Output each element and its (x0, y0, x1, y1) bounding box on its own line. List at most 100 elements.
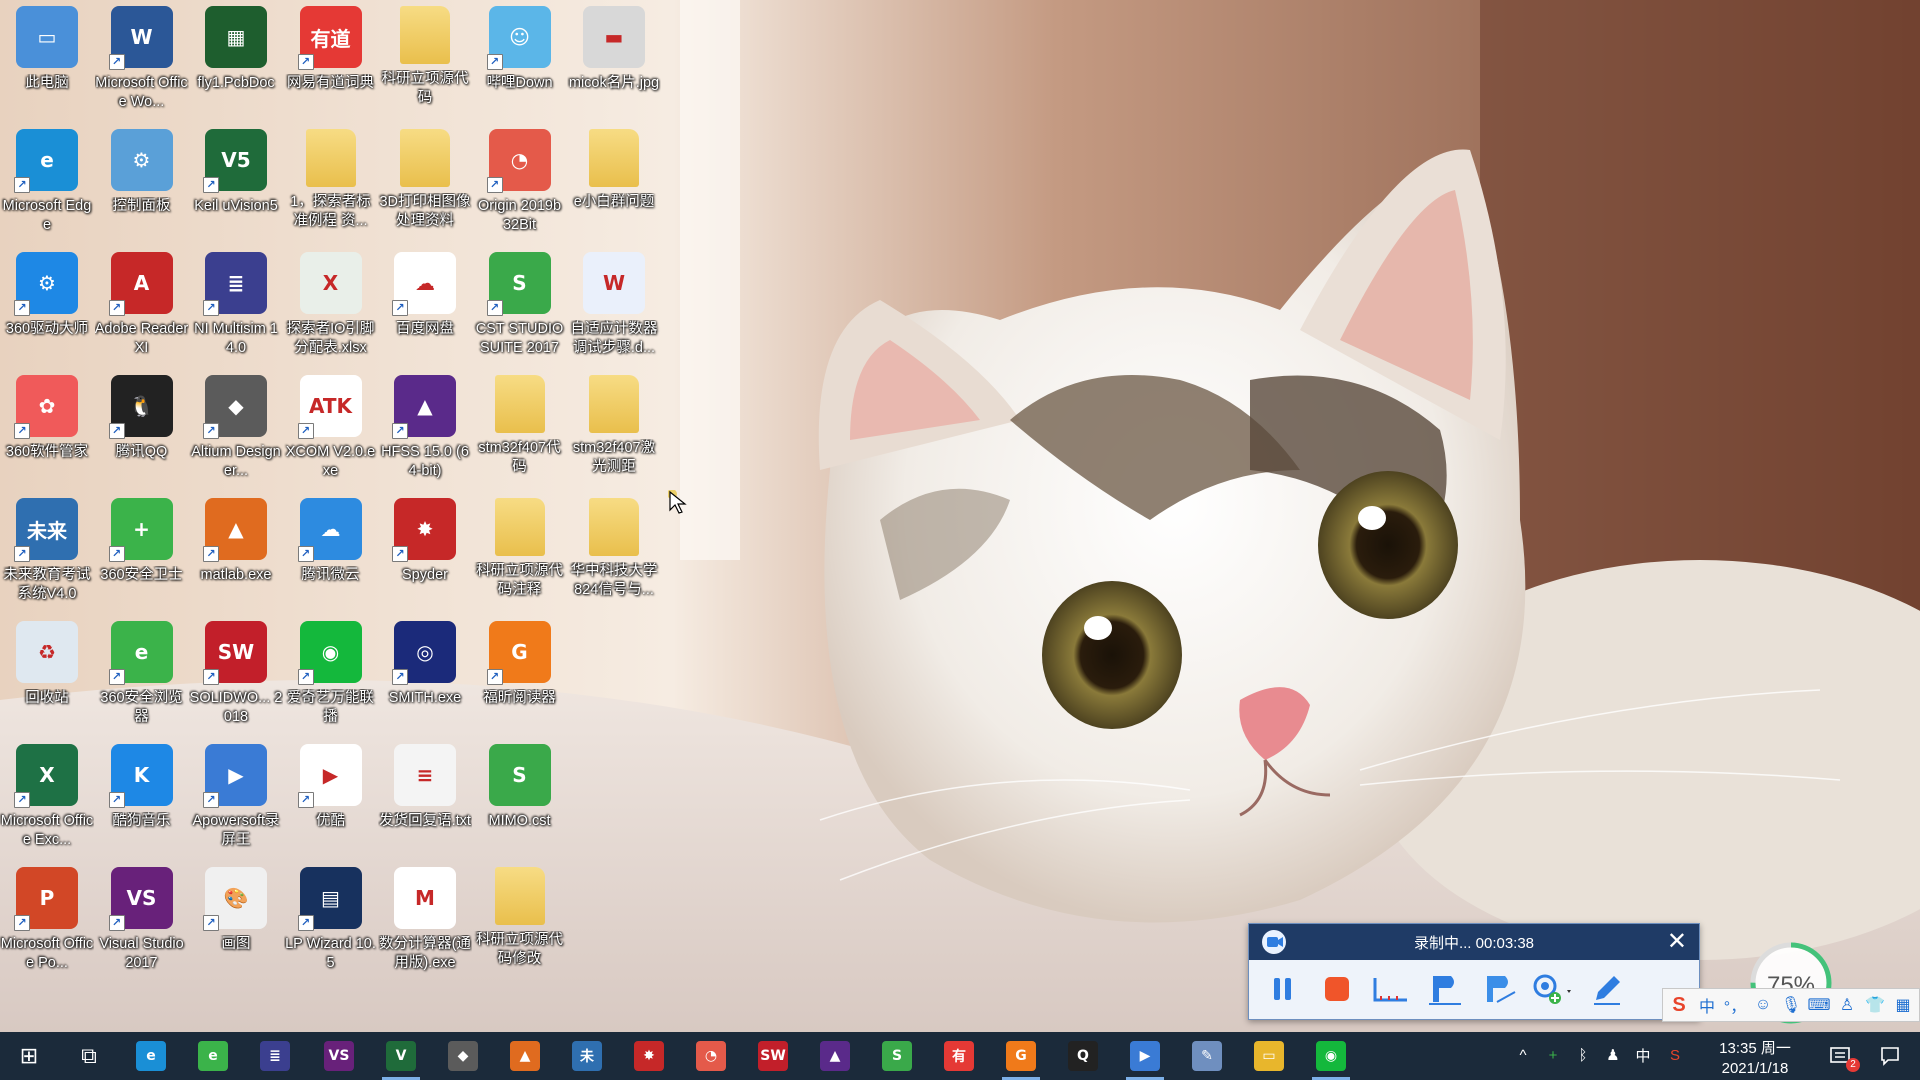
taskbar-solidworks[interactable]: SW (744, 1032, 802, 1080)
show-hidden-icons[interactable]: ^ (1512, 1044, 1534, 1066)
taskbar-future-edu[interactable]: 未 (558, 1032, 616, 1080)
desktop-icon[interactable]: W 自适应计数器调试步骤.d... (567, 246, 661, 366)
desktop-icon[interactable]: 科研立项源代码修改 (473, 861, 567, 981)
desktop-icon[interactable]: 3D打印相图像处理资料 (378, 123, 472, 243)
desktop-icon[interactable]: ATK ↗ XCOM V2.0.exe (284, 369, 378, 489)
desktop-icon[interactable]: ⚙ 控制面板 (95, 123, 189, 243)
taskbar-360-browser[interactable]: e (184, 1032, 242, 1080)
notification-center-button[interactable]: 2 (1818, 1032, 1862, 1080)
grid-icon[interactable]: ▦ (1891, 993, 1915, 1017)
desktop-icon[interactable]: stm32f407代码 (473, 369, 567, 489)
desktop-icon[interactable]: ♻ 回收站 (0, 615, 94, 735)
desktop-icon[interactable]: ≣ ↗ NI Multisim 14.0 (189, 246, 283, 366)
desktop-icon[interactable]: W ↗ Microsoft Office Wo... (95, 0, 189, 120)
marker-tool-button[interactable] (1477, 969, 1521, 1009)
taskbar-file-explorer[interactable]: ▭ (1240, 1032, 1298, 1080)
desktop-icon[interactable]: K ↗ 酷狗音乐 (95, 738, 189, 858)
line-tool-button[interactable] (1369, 969, 1413, 1009)
taskbar-youdao[interactable]: 有 (930, 1032, 988, 1080)
desktop-icon[interactable]: VS ↗ Visual Studio 2017 (95, 861, 189, 981)
taskbar-matlab[interactable]: ▲ (496, 1032, 554, 1080)
taskbar-hfss[interactable]: ▲ (806, 1032, 864, 1080)
pen-tool-button[interactable] (1423, 969, 1467, 1009)
taskbar-keil[interactable]: V (372, 1032, 430, 1080)
taskbar-paint[interactable]: ✎ (1178, 1032, 1236, 1080)
desktop-icon[interactable]: ▲ ↗ matlab.exe (189, 492, 283, 612)
tray-ime-language[interactable]: 中 (1632, 1044, 1654, 1066)
desktop-icon[interactable]: S ↗ CST STUDIO SUITE 2017 (473, 246, 567, 366)
desktop-icon[interactable]: X 探索者IO引脚分配表.xlsx (284, 246, 378, 366)
desktop-icon[interactable]: 科研立项源代码注释 (473, 492, 567, 612)
task-view-button[interactable]: ⧉ (60, 1032, 118, 1080)
desktop-icon[interactable]: V5 ↗ Keil uVision5 (189, 123, 283, 243)
desktop-icon[interactable]: ☁ ↗ 腾讯微云 (284, 492, 378, 612)
desktop-icon[interactable]: G ↗ 福昕阅读器 (473, 615, 567, 735)
mic-icon[interactable]: 🎙 (1779, 993, 1803, 1017)
taskbar-cst[interactable]: S (868, 1032, 926, 1080)
ime-item[interactable]: 中 (1695, 993, 1719, 1017)
desktop-icon[interactable]: ✿ ↗ 360软件管家 (0, 369, 94, 489)
taskbar-origin[interactable]: ◔ (682, 1032, 740, 1080)
desktop-icon[interactable]: P ↗ Microsoft Office Po... (0, 861, 94, 981)
edit-pencil-button[interactable] (1585, 969, 1629, 1009)
taskbar-apowersoft[interactable]: ▶ (1116, 1032, 1174, 1080)
desktop-icon[interactable]: S MIMO.cst (473, 738, 567, 858)
stop-button[interactable] (1315, 969, 1359, 1009)
desktop-icon[interactable]: ⚙ ↗ 360驱动大师 (0, 246, 94, 366)
taskbar-qq[interactable]: Q (1054, 1032, 1112, 1080)
taskbar-spyder[interactable]: ✸ (620, 1032, 678, 1080)
desktop-icon[interactable]: e小白群问题 (567, 123, 661, 243)
desktop-icon[interactable]: ☺ ↗ 哔哩Down (473, 0, 567, 120)
tray-bluetooth[interactable]: ᛒ (1572, 1044, 1594, 1066)
desktop-icon[interactable]: M 数分计算器(通用版).exe (378, 861, 472, 981)
pause-button[interactable] (1261, 969, 1305, 1009)
recorder-close-button[interactable]: ✕ (1667, 929, 1687, 955)
keyboard-icon[interactable]: ⌨ (1807, 993, 1831, 1017)
sogou-icon[interactable]: S (1667, 993, 1691, 1017)
desktop-icon[interactable]: + ↗ 360安全卫士 (95, 492, 189, 612)
taskbar-multisim[interactable]: ≣ (246, 1032, 304, 1080)
desktop-icon[interactable]: 科研立项源代码 (378, 0, 472, 120)
taskbar-edge[interactable]: e (122, 1032, 180, 1080)
desktop-icon[interactable]: 华中科技大学824信号与... (567, 492, 661, 612)
taskbar-clock[interactable]: 13:35 周一 2021/1/18 (1700, 1032, 1810, 1080)
desktop-icon[interactable]: ▲ ↗ HFSS 15.0 (64-bit) (378, 369, 472, 489)
taskbar-iqiyi[interactable]: ◉ (1302, 1032, 1360, 1080)
user-icon[interactable]: ♙ (1835, 993, 1859, 1017)
desktop-icon[interactable]: 1，探索者标准例程 资... (284, 123, 378, 243)
desktop-icon[interactable]: ▭ 此电脑 (0, 0, 94, 120)
desktop-icon[interactable]: ▶ ↗ 优酷 (284, 738, 378, 858)
ime-item[interactable]: °， (1723, 993, 1747, 1017)
tray-sogou[interactable]: S (1664, 1044, 1686, 1066)
desktop-icon[interactable]: ≡ 发货回复语.txt (378, 738, 472, 858)
desktop-icon[interactable]: ◆ ↗ Altium Designer... (189, 369, 283, 489)
desktop-icon[interactable]: ▤ ↗ LP Wizard 10.5 (284, 861, 378, 981)
desktop-icon[interactable]: e ↗ Microsoft Edge (0, 123, 94, 243)
desktop-icon[interactable]: A ↗ Adobe Reader XI (95, 246, 189, 366)
desktop-icon[interactable]: 🎨 ↗ 画图 (189, 861, 283, 981)
desktop-icon[interactable]: X ↗ Microsoft Office Exc... (0, 738, 94, 858)
desktop-icon[interactable]: ◉ ↗ 爱奇艺万能联播 (284, 615, 378, 735)
taskbar-altium[interactable]: ◆ (434, 1032, 492, 1080)
zoom-tool-button[interactable] (1531, 969, 1575, 1009)
desktop-icon[interactable]: ▬ micok名片.jpg (567, 0, 661, 120)
ime-item[interactable]: ☺ (1751, 993, 1775, 1017)
desktop-icon[interactable]: ▦ fly1.PcbDoc (189, 0, 283, 120)
desktop-icon[interactable]: ☁ ↗ 百度网盘 (378, 246, 472, 366)
desktop-icon[interactable]: ◎ ↗ SMITH.exe (378, 615, 472, 735)
tray-360[interactable]: + (1542, 1044, 1564, 1066)
tray-qq[interactable]: ♟ (1602, 1044, 1624, 1066)
desktop-icon[interactable]: ◔ ↗ Origin 2019b 32Bit (473, 123, 567, 243)
taskbar-foxit[interactable]: G (992, 1032, 1050, 1080)
taskbar-visual-studio[interactable]: VS (310, 1032, 368, 1080)
desktop-icon[interactable]: stm32f407激光测距 (567, 369, 661, 489)
desktop-icon[interactable]: 🐧 ↗ 腾讯QQ (95, 369, 189, 489)
desktop-icon[interactable]: e ↗ 360安全浏览器 (95, 615, 189, 735)
desktop-icon[interactable]: SW ↗ SOLIDWO... 2018 (189, 615, 283, 735)
start-button[interactable]: ⊞ (0, 1032, 58, 1080)
desktop-icon[interactable]: ✸ ↗ Spyder (378, 492, 472, 612)
desktop-icon[interactable]: 未来 ↗ 未来教育考试系统V4.0 (0, 492, 94, 612)
shirt-icon[interactable]: 👕 (1863, 993, 1887, 1017)
desktop-icon[interactable]: 有道 ↗ 网易有道词典 (284, 0, 378, 120)
action-center-button[interactable] (1868, 1032, 1912, 1080)
